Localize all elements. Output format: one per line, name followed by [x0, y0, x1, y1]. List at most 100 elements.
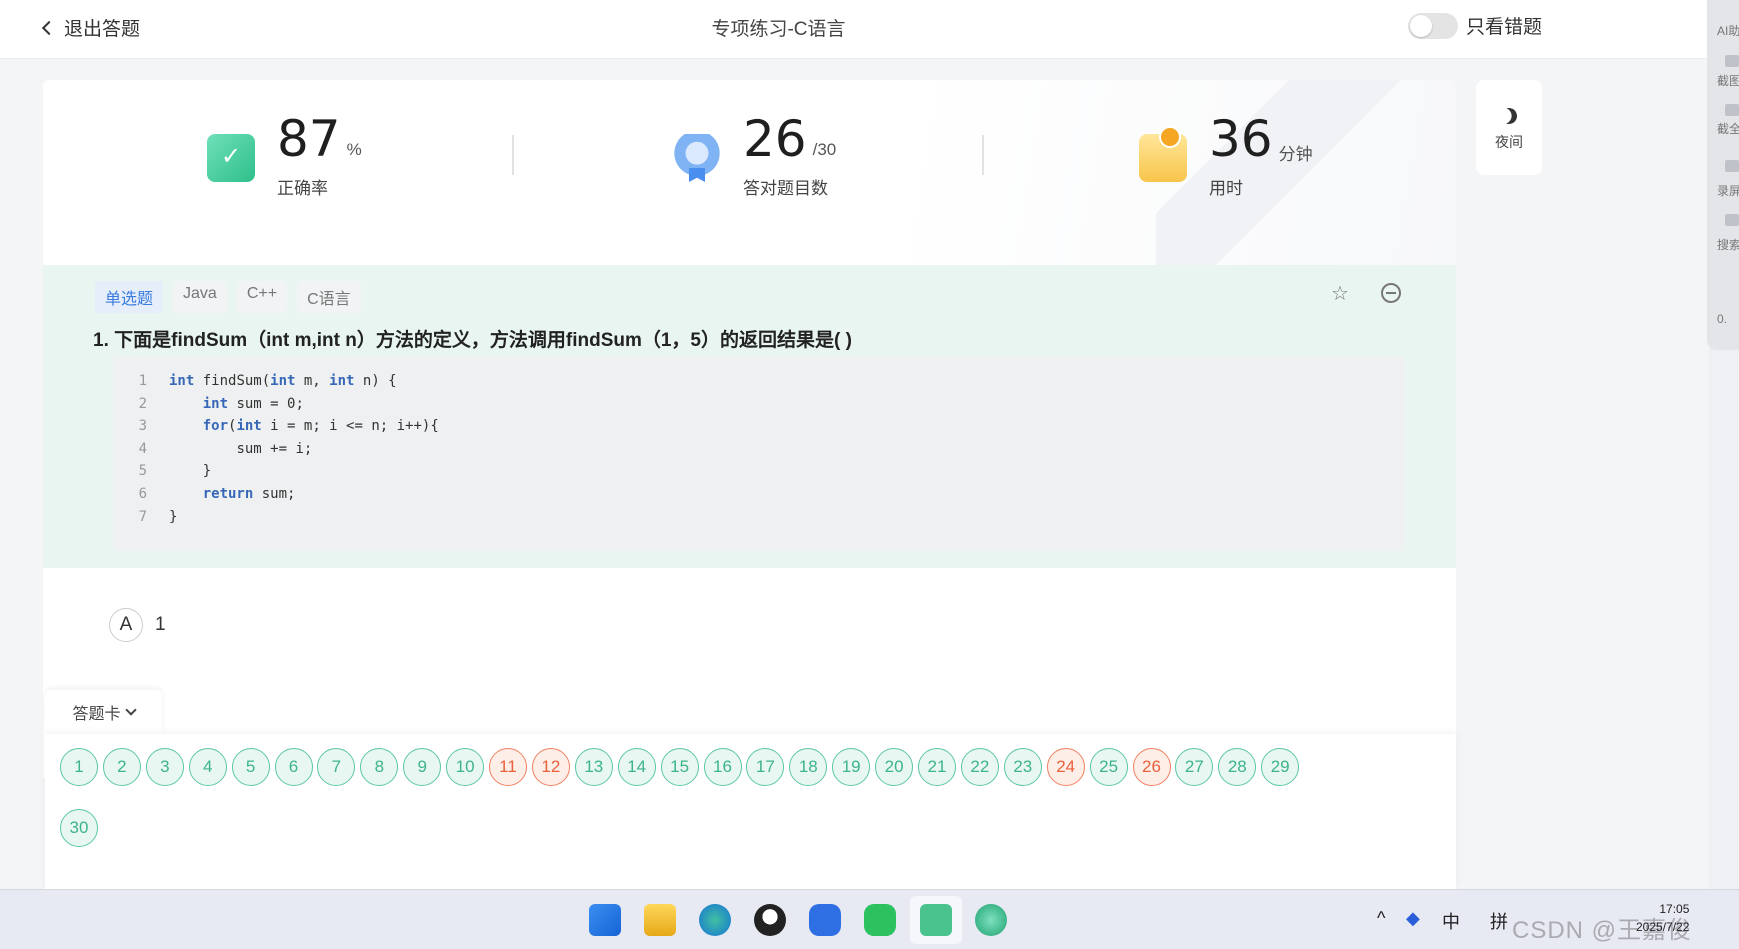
- answer-card-item[interactable]: 2: [102, 748, 141, 786]
- stat-accuracy-unit: %: [346, 140, 362, 159]
- medal-icon: [673, 134, 721, 182]
- answer-card-item[interactable]: 23: [1003, 748, 1042, 786]
- stat-correct-count: 26 /30 答对题目数: [673, 110, 836, 199]
- code-line-number: 1: [138, 373, 147, 389]
- ime-language[interactable]: 中: [1442, 908, 1460, 934]
- answer-card-item[interactable]: 21: [918, 748, 956, 786]
- tool-label-search[interactable]: 搜索: [1717, 236, 1739, 253]
- fullshot-icon[interactable]: [1725, 104, 1739, 116]
- meeting-app-icon[interactable]: [809, 904, 841, 936]
- answer-card-item[interactable]: 20: [875, 748, 914, 786]
- code-line-text: }: [202, 463, 212, 480]
- answer-card-item[interactable]: 3: [145, 748, 184, 786]
- stat-accuracy: 87 % 正确率: [207, 110, 362, 199]
- answer-card-item[interactable]: 10: [446, 748, 485, 786]
- answer-card-item[interactable]: 6: [274, 748, 313, 786]
- night-mode-button[interactable]: 夜间: [1476, 80, 1542, 175]
- chevron-up-icon[interactable]: ^: [1377, 908, 1385, 929]
- qq-icon[interactable]: [754, 904, 786, 936]
- tool-label-record[interactable]: 录屏: [1717, 182, 1739, 199]
- code-line: 7}: [113, 509, 1405, 532]
- stat-correct-value: 26: [743, 110, 807, 168]
- answer-card-item[interactable]: 12: [531, 748, 570, 786]
- edge-browser-icon[interactable]: [699, 904, 731, 936]
- tool-label-screenshot[interactable]: 截图: [1717, 72, 1739, 89]
- answer-card-item[interactable]: 16: [703, 748, 742, 786]
- answer-card-item[interactable]: 4: [188, 748, 227, 786]
- clock-time: 17:05: [1659, 902, 1690, 916]
- answer-card-toggle[interactable]: 答题卡: [45, 690, 162, 734]
- stat-time-value: 36: [1209, 110, 1273, 168]
- code-line-number: 7: [138, 508, 147, 525]
- code-line-text: for(int i = m; i <= n; i++){: [202, 418, 439, 435]
- answer-card-item[interactable]: 14: [617, 748, 656, 786]
- stat-accuracy-value: 87: [277, 110, 341, 168]
- answer-card-item[interactable]: 13: [574, 748, 613, 786]
- answer-card-item[interactable]: 25: [1089, 748, 1128, 786]
- code-line: 3 for(int i = m; i <= n; i++){: [113, 418, 1405, 441]
- taskbar: ^ ◆ 中 拼 CSDN @王嘉俊 17:05 2025/7/22: [0, 889, 1739, 949]
- option-a-text: 1: [155, 614, 166, 635]
- answer-card-item[interactable]: 19: [832, 748, 871, 786]
- star-icon[interactable]: ☆: [1331, 283, 1351, 303]
- answer-card-item[interactable]: 9: [403, 748, 442, 786]
- answer-card-item[interactable]: 28: [1218, 748, 1257, 786]
- answer-card-item[interactable]: 30: [60, 809, 98, 847]
- windows-start-icon[interactable]: [589, 904, 621, 936]
- divider: [512, 135, 514, 175]
- tool-value: 0.: [1717, 312, 1728, 326]
- clock-date: 2025/7/22: [1636, 920, 1690, 934]
- answer-card-item[interactable]: 7: [317, 748, 356, 786]
- system-clock[interactable]: 17:05 2025/7/22: [1636, 900, 1689, 936]
- search-icon[interactable]: [1725, 214, 1739, 226]
- clock-note-icon: [1139, 126, 1187, 182]
- code-line-text: int sum = 0;: [202, 395, 304, 412]
- divider: [982, 135, 984, 175]
- answer-card-item[interactable]: 24: [1046, 748, 1085, 786]
- answer-card-item[interactable]: 8: [360, 748, 399, 786]
- code-line: 1 int findSum(int m, int n) {: [113, 373, 1405, 396]
- wrong-only-toggle[interactable]: [1408, 12, 1458, 39]
- code-line-number: 5: [138, 463, 147, 480]
- record-icon[interactable]: [1725, 160, 1739, 172]
- screenshot-icon[interactable]: [1725, 55, 1739, 67]
- tag-java: Java: [173, 281, 227, 313]
- answer-card-item[interactable]: 5: [231, 748, 270, 786]
- floating-toolbar: AI助 截图 截全 录屏 搜索 0.: [1707, 0, 1739, 350]
- stat-time-unit: 分钟: [1278, 145, 1313, 164]
- tag-question-type: 单选题: [95, 281, 164, 313]
- answer-card-label: 答题卡: [72, 706, 121, 723]
- wechat-icon[interactable]: [864, 904, 896, 936]
- question-actions: ☆: [1331, 283, 1401, 303]
- answer-card-item[interactable]: 22: [960, 748, 999, 786]
- wrong-only-toggle-group: 只看错题: [1408, 12, 1542, 39]
- answer-card-item[interactable]: 27: [1175, 748, 1214, 786]
- option-a-letter: A: [109, 608, 143, 642]
- answer-card-item[interactable]: 11: [489, 748, 527, 786]
- answer-card-item[interactable]: 26: [1132, 748, 1171, 786]
- app-icon[interactable]: [975, 904, 1007, 936]
- stat-correct-unit: /30: [812, 140, 837, 159]
- code-line: 5 }: [113, 463, 1405, 486]
- stat-correct-label: 答对题目数: [743, 179, 828, 198]
- check-book-icon: [207, 134, 255, 182]
- file-explorer-icon[interactable]: [644, 904, 676, 936]
- stat-time: 36 分钟 用时: [1139, 110, 1313, 199]
- minus-circle-icon[interactable]: [1381, 283, 1401, 303]
- tag-cpp: C++: [236, 281, 288, 313]
- answer-card-item[interactable]: 18: [789, 748, 828, 786]
- answer-card-item[interactable]: 29: [1261, 748, 1300, 786]
- code-line: 6 return sum;: [113, 486, 1405, 509]
- tool-label-ai[interactable]: AI助: [1717, 22, 1739, 39]
- ime-mode[interactable]: 拼: [1490, 908, 1508, 934]
- answer-card-item[interactable]: 17: [746, 748, 785, 786]
- code-line: 4 sum += i;: [113, 441, 1405, 464]
- answer-card-item[interactable]: 15: [660, 748, 699, 786]
- answer-card-item[interactable]: 1: [60, 748, 98, 786]
- remote-desktop-icon[interactable]: [920, 904, 952, 936]
- question-panel: 单选题 Java C++ C语言 ☆ 1. 下面是findSum（int m,i…: [43, 265, 1456, 568]
- question-text: 1. 下面是findSum（int m,int n）方法的定义，方法调用find…: [93, 330, 852, 351]
- tool-label-fullshot[interactable]: 截全: [1717, 120, 1739, 137]
- shield-icon[interactable]: ◆: [1406, 908, 1420, 929]
- option-a[interactable]: A 1: [109, 608, 166, 642]
